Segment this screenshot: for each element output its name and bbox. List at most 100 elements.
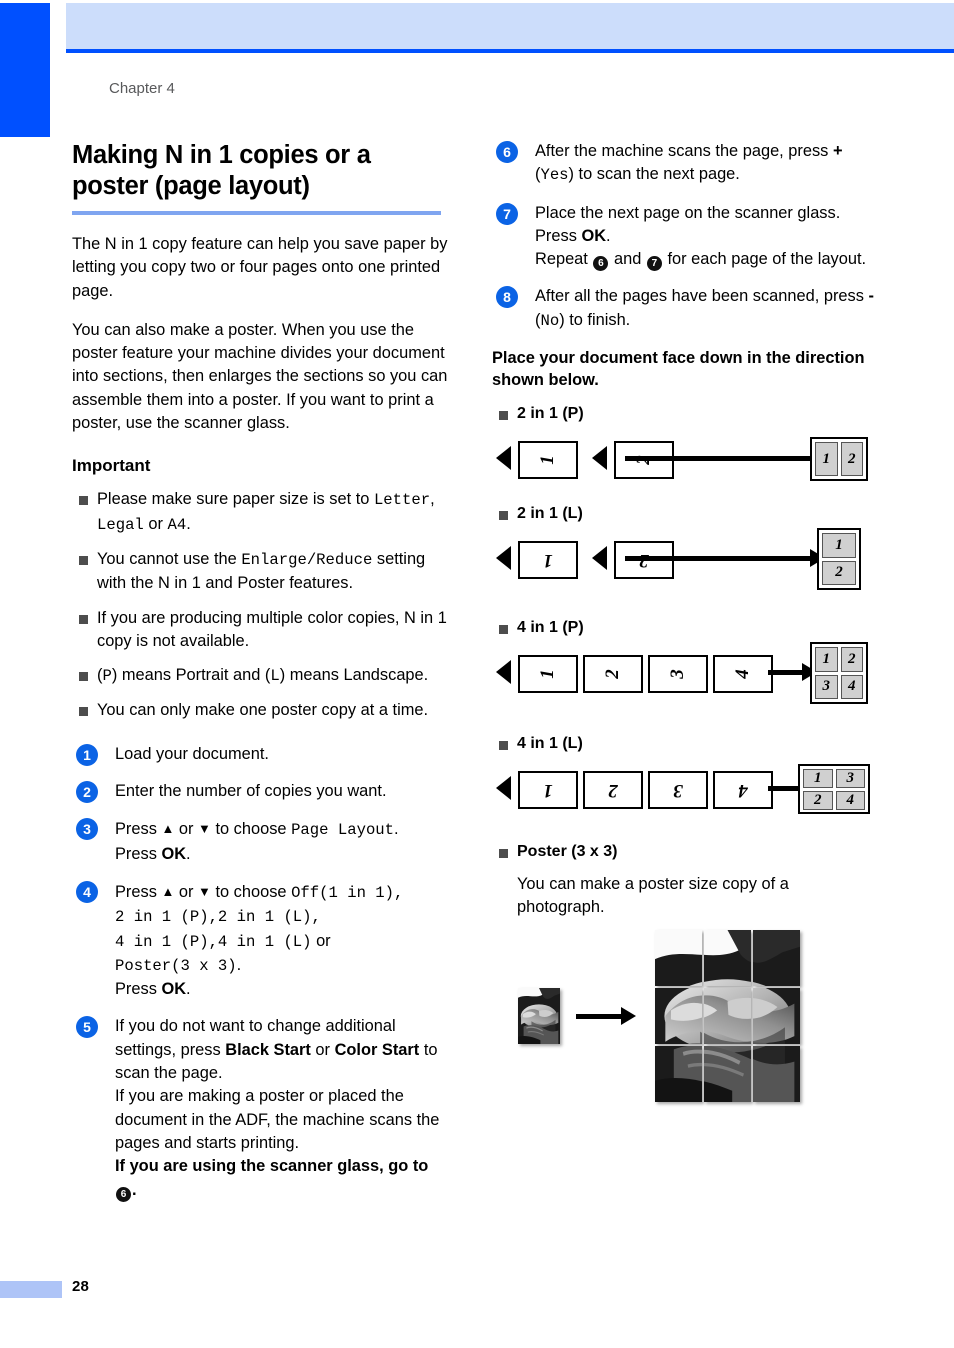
text-run: Color Start — [334, 1040, 420, 1059]
text-run: . — [186, 514, 191, 533]
right-step-list: 6 After the machine scans the page, press… — [490, 140, 880, 333]
text-run: ▲ — [161, 821, 175, 837]
step-number-badge: 8 — [496, 286, 518, 309]
bullet-square-icon — [79, 707, 88, 717]
source-photo — [518, 987, 560, 1044]
step-number-badge: 5 — [76, 1016, 98, 1039]
feed-direction-triangle-icon — [592, 546, 607, 571]
page-order-number: 1 — [537, 669, 558, 679]
right-column: 6 After the machine scans the page, press… — [490, 140, 880, 1130]
inline-step-ref: 7 — [646, 256, 662, 272]
text-run: or — [174, 820, 199, 839]
flow-arrow-line — [768, 786, 802, 792]
layout-diagram: 12341234 — [490, 637, 880, 735]
text-run: Enter the number of copies you want. — [115, 782, 387, 801]
document-page-thumbnail: 2 — [583, 655, 643, 694]
text-run: and — [609, 250, 646, 269]
text-run: . — [132, 1180, 137, 1199]
text-run: Press — [115, 882, 162, 901]
flow-arrow-line — [625, 456, 810, 462]
text-run: ) means Landscape. — [279, 666, 429, 685]
text-run: Poster(3 x 3) — [115, 956, 237, 975]
output-sheet-preview: 1234 — [810, 642, 868, 705]
bullet-square-icon — [79, 672, 88, 682]
text-run: Load your document. — [115, 744, 269, 763]
flow-arrow-line — [625, 556, 810, 562]
page-order-number: 3 — [667, 669, 688, 679]
text-run: ▼ — [198, 883, 211, 899]
poster-tile — [655, 1045, 702, 1102]
step-number-badge: 1 — [76, 743, 98, 766]
text-run: 2 in 1 (P),2 in 1 (L), — [115, 908, 321, 927]
text-run: or — [311, 931, 331, 950]
numbered-step: 7 Place the next page on the scanner glas… — [490, 202, 880, 272]
poster-tile — [753, 929, 800, 986]
document-page-thumbnail: 4 — [713, 655, 773, 694]
page-order-number: 4 — [732, 669, 753, 679]
text-run: . — [236, 955, 242, 974]
footer-bar — [0, 1281, 62, 1298]
feed-direction-triangle-icon — [496, 776, 511, 801]
text-run: Place the next page on the scanner glass… — [535, 203, 841, 222]
output-sheet-cell: 3 — [835, 769, 865, 789]
output-sheet-cell: 4 — [835, 791, 865, 811]
left-step-list: 1 Load your document. 2 Enter the number of… — [70, 743, 448, 1202]
layout-label-text: 2 in 1 (P) — [517, 405, 584, 423]
page-number: 28 — [72, 1278, 90, 1295]
numbered-step: 3 Press ▲ or ▼ to choose Page Layout. Pres… — [70, 817, 448, 866]
poster-description: You can make a poster size copy of a pho… — [517, 875, 789, 917]
poster-label: Poster (3 x 3) — [490, 843, 880, 861]
output-sheet-cell: 2 — [840, 647, 863, 672]
output-sheet-cell: 2 — [822, 560, 856, 586]
output-sheet-cell: 1 — [822, 533, 856, 558]
text-run: or — [143, 514, 168, 533]
bullet-square-icon — [499, 625, 508, 635]
poster-tile — [704, 1045, 751, 1102]
step-number-badge: 7 — [496, 202, 518, 225]
document-page-thumbnail: 1 — [518, 655, 578, 694]
page-order-number: 1 — [537, 455, 558, 465]
left-column: Making N in 1 copies or a poster (page l… — [70, 140, 448, 1216]
step-number-badge: 3 — [76, 818, 98, 841]
intro-paragraph-1: The N in 1 copy feature can help you sav… — [72, 235, 448, 300]
page-title: Making N in 1 copies or a poster (page l… — [72, 141, 371, 200]
text-run: or — [174, 882, 199, 901]
poster-tile — [655, 987, 702, 1044]
important-bullet: Please make sure paper size is set to Le… — [70, 488, 448, 537]
title-underline — [72, 211, 441, 215]
chapter-edge-tab — [0, 3, 50, 137]
text-run: P — [102, 667, 112, 686]
text-run: OK — [581, 226, 607, 245]
text-run: Repeat — [535, 250, 593, 269]
poster-arrow-head-icon — [621, 1006, 636, 1025]
important-bullet: If you are producing multiple color copi… — [70, 607, 448, 654]
page-order-number: 4 — [738, 780, 748, 802]
document-page-thumbnail: 3 — [648, 771, 708, 810]
place-document-heading: Place your document face down in the dir… — [492, 349, 865, 390]
numbered-step: 2 Enter the number of copies you want. — [70, 780, 448, 804]
output-sheet-cell: 2 — [803, 791, 833, 811]
text-run: You can only make one poster copy at a t… — [97, 701, 429, 720]
feed-direction-triangle-icon — [496, 546, 511, 571]
numbered-step: 6 After the machine scans the page, press… — [490, 140, 880, 188]
text-run: Legal — [97, 515, 144, 534]
flow-arrow-line — [768, 670, 802, 676]
poster-tile — [704, 929, 751, 986]
output-sheet-cell: 1 — [815, 442, 838, 477]
layout-label: 4 in 1 (L) — [490, 735, 880, 753]
bullet-square-icon — [499, 511, 508, 521]
text-run: - — [868, 287, 874, 306]
document-page-thumbnail: 4 — [713, 771, 773, 810]
layout-label-text: 4 in 1 (P) — [517, 619, 584, 637]
text-run: If you are making a poster or placed the… — [115, 1087, 440, 1152]
text-run: ) means Portrait and ( — [111, 666, 271, 685]
poster-illustration — [490, 920, 880, 1130]
numbered-step: 1 Load your document. — [70, 743, 448, 766]
header-band — [66, 3, 954, 49]
poster-tile — [753, 987, 800, 1044]
feed-direction-triangle-icon — [496, 660, 511, 685]
poster-label-text: Poster (3 x 3) — [517, 843, 618, 861]
text-run: Please make sure paper size is set to — [97, 490, 374, 509]
text-run: Off(1 in 1), — [291, 883, 404, 902]
feed-direction-triangle-icon — [592, 446, 607, 471]
